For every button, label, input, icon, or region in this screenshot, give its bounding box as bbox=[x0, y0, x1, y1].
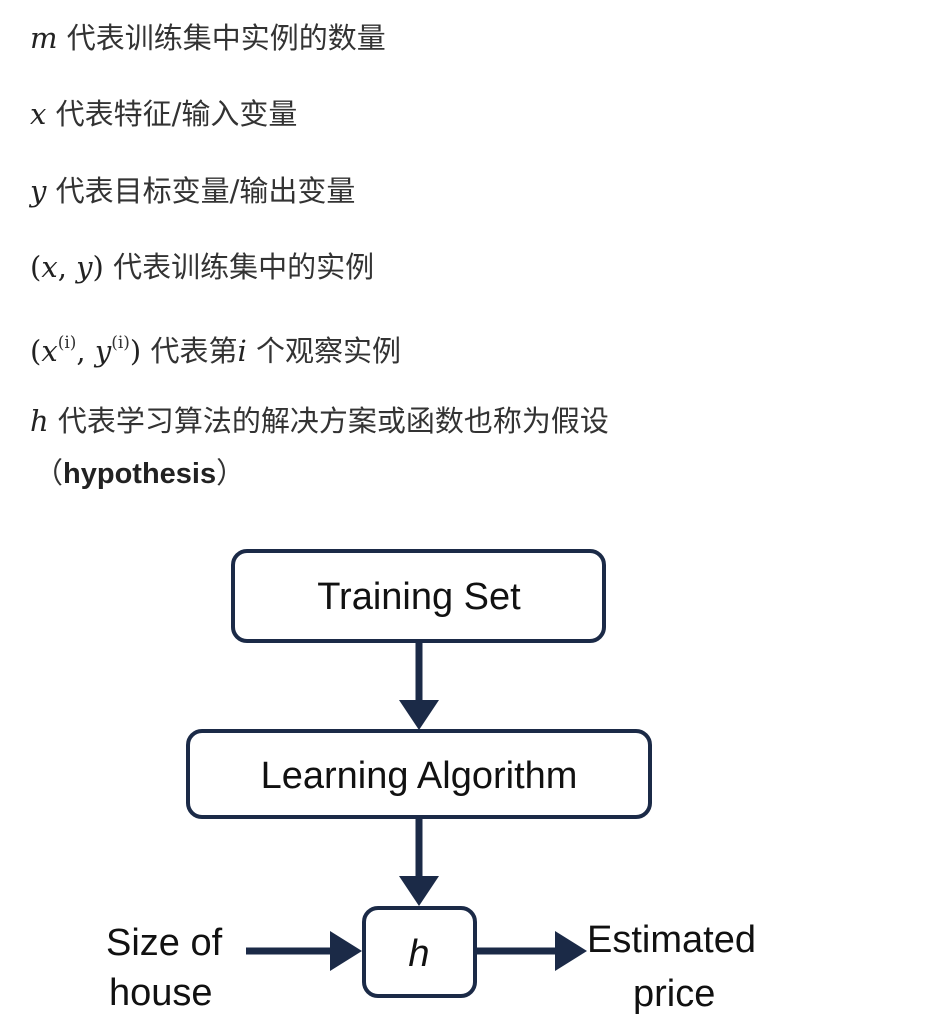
input-label-line1: Size of bbox=[106, 922, 223, 964]
arrowhead-right-2 bbox=[555, 931, 587, 971]
arrowhead-right-1 bbox=[330, 931, 362, 971]
learning-flow-diagram: Training Set Learning Algorithm h Size o… bbox=[106, 549, 756, 1015]
output-label-line1: Estimated bbox=[587, 919, 756, 961]
training-set-label: Training Set bbox=[317, 576, 521, 618]
learning-algorithm-label: Learning Algorithm bbox=[261, 755, 578, 797]
arrowhead-down-2 bbox=[399, 876, 439, 906]
arrowhead-down-1 bbox=[399, 700, 439, 730]
hypothesis-label: h bbox=[408, 933, 429, 975]
output-label-line2: price bbox=[633, 973, 715, 1015]
input-label-line2: house bbox=[109, 972, 213, 1014]
